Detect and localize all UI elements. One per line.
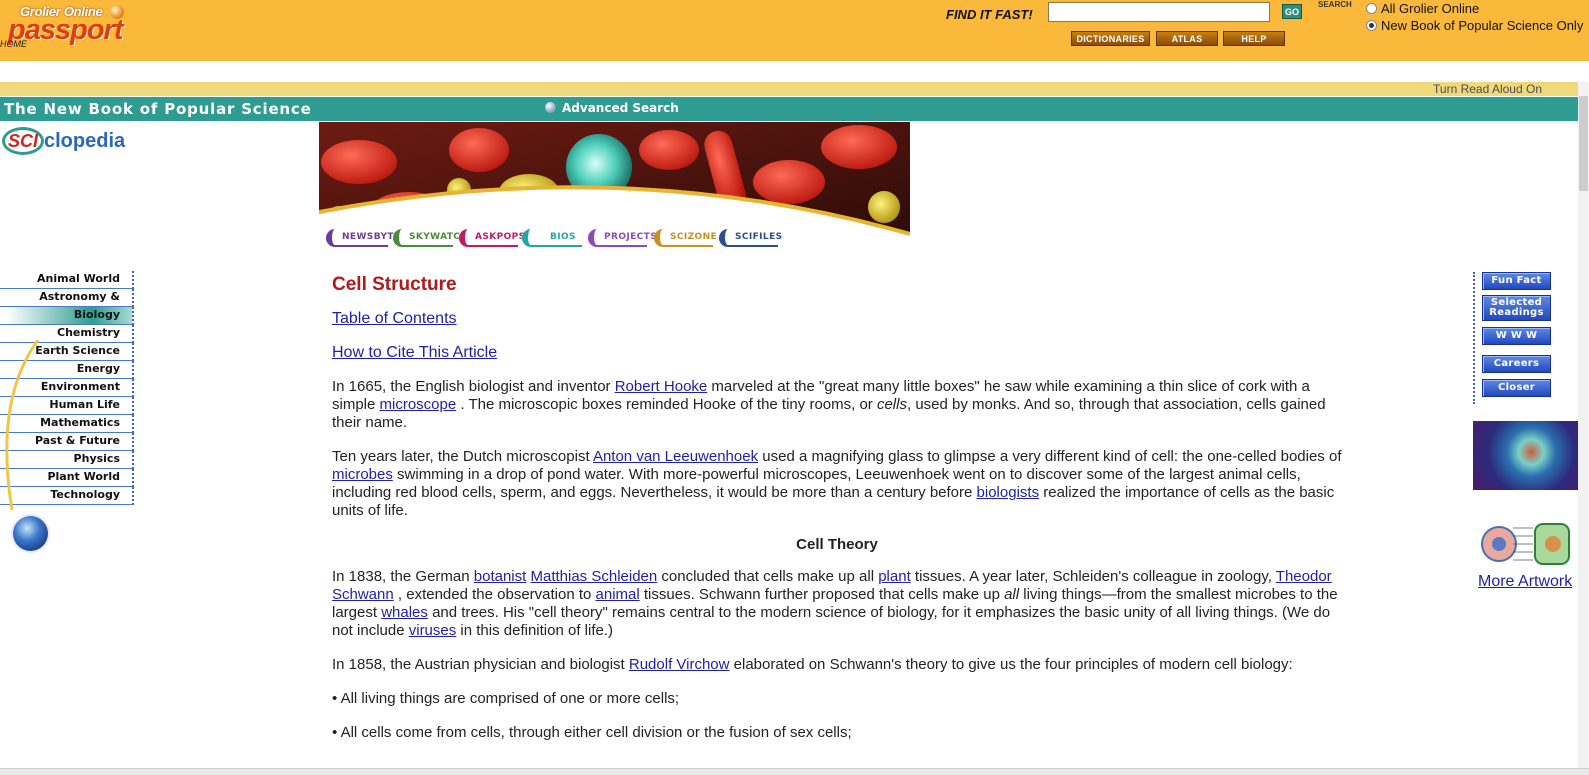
section-heading: Cell Theory	[796, 536, 878, 553]
more-artwork-link[interactable]: More Artwork	[1478, 573, 1572, 591]
radio-label: New Book of Popular Science Only	[1381, 18, 1584, 33]
link-microbes[interactable]: microbes	[332, 466, 393, 483]
advanced-search-label: Advanced Search	[562, 101, 679, 115]
tab-askpopsci[interactable]: ASKPOPSCI	[459, 229, 536, 247]
text: used a magnifying glass to glimpse a ver…	[758, 448, 1342, 465]
tab-scifiles[interactable]: SCIFILES	[719, 229, 782, 247]
paragraph-1: In 1665, the English biologist and inven…	[332, 378, 1342, 432]
link-whales[interactable]: whales	[381, 604, 428, 621]
tab-skywatch[interactable]: SKYWATCH	[393, 229, 468, 247]
text: tissues. A year later, Schleiden's colle…	[910, 568, 1276, 585]
nav-biology[interactable]: Biology	[0, 307, 134, 325]
text: In 1858, the Austrian physician and biol…	[332, 656, 629, 673]
tab-bios[interactable]: BIOS	[522, 229, 582, 247]
sci-mark: SCI	[2, 127, 44, 155]
radio-all-grolier[interactable]: All Grolier Online	[1366, 1, 1479, 16]
paragraph-2: Ten years later, the Dutch microscopist …	[332, 448, 1342, 520]
search-input[interactable]	[1048, 2, 1270, 22]
table-of-contents-link[interactable]: Table of Contents	[332, 310, 1342, 328]
italic-all: all	[1004, 586, 1020, 603]
book-title: The New Book of Popular Science	[4, 100, 312, 118]
find-it-fast-label: FIND IT FAST!	[946, 7, 1033, 22]
radio-button-selected[interactable]	[1366, 20, 1377, 31]
read-aloud-toggle[interactable]: Turn Read Aloud On	[1433, 82, 1542, 96]
top-header: Grolier Online passport HOME FIND IT FAS…	[0, 0, 1589, 61]
text: tissues. Schwann further proposed that c…	[639, 586, 1005, 603]
link-anton-van-leeuwenhoek[interactable]: Anton van Leeuwenhoek	[593, 448, 758, 465]
cell-diagram-thumbnail[interactable]	[1475, 508, 1579, 574]
bottom-status-bar	[0, 768, 1589, 775]
careers-button[interactable]: Careers	[1482, 355, 1551, 373]
bullet-item: • All living things are comprised of one…	[332, 690, 680, 707]
www-button[interactable]: W W W	[1482, 327, 1551, 345]
advanced-search-link[interactable]: Advanced Search	[545, 101, 679, 115]
link-robert-hooke[interactable]: Robert Hooke	[615, 378, 708, 395]
tab-scizone[interactable]: SCIZONE	[654, 229, 717, 247]
link-botanist[interactable]: botanist	[474, 568, 527, 585]
article-title: Cell Structure	[332, 274, 457, 295]
scrollbar-thumb[interactable]	[1579, 96, 1588, 191]
italic-cells: cells	[876, 396, 907, 413]
dictionaries-button[interactable]: DICTIONARIES	[1071, 31, 1150, 46]
text: In 1665, the English biologist and inven…	[332, 378, 615, 395]
sciclopedia-wordmark: clopedia	[44, 130, 126, 152]
selected-readings-button[interactable]: Selected Readings	[1482, 295, 1551, 321]
tab-projects[interactable]: PROJECTS	[588, 229, 657, 247]
sciclopedia-logo[interactable]: SCI clopedia	[2, 124, 132, 158]
help-button[interactable]: HELP	[1223, 31, 1285, 46]
nav-arc-decoration	[5, 340, 40, 511]
link-animal[interactable]: animal	[596, 586, 640, 603]
link-plant[interactable]: plant	[878, 568, 911, 585]
go-button[interactable]: GO	[1282, 4, 1302, 19]
nav-animal-world[interactable]: Animal World	[0, 271, 134, 289]
right-tools-rail: Fun Fact Selected Readings W W W Careers…	[1473, 272, 1558, 409]
globe-icon[interactable]	[13, 516, 48, 551]
radio-label: All Grolier Online	[1381, 1, 1480, 16]
text: in this definition of life.)	[456, 622, 613, 639]
link-viruses[interactable]: viruses	[409, 622, 457, 639]
home-logo[interactable]: Grolier Online passport HOME	[0, 2, 130, 52]
paragraph-4: In 1858, the Austrian physician and biol…	[332, 656, 1342, 674]
tab-newsbytes[interactable]: NEWSBYTES	[326, 229, 407, 247]
radio-button[interactable]	[1366, 3, 1377, 14]
read-aloud-bar: Turn Read Aloud On	[0, 82, 1578, 96]
closer-look-button[interactable]: Closer Look	[1482, 379, 1551, 409]
bullet-item: • All cells come from cells, through eit…	[332, 724, 852, 741]
home-link[interactable]: HOME	[0, 39, 27, 49]
link-microscope[interactable]: microscope	[380, 396, 457, 413]
title-bar: The New Book of Popular Science Advanced…	[0, 97, 1578, 121]
text: concluded that cells make up all	[657, 568, 879, 585]
cite-article-link[interactable]: How to Cite This Article	[332, 344, 1342, 362]
link-rudolf-virchow[interactable]: Rudolf Virchow	[629, 656, 730, 673]
atlas-button[interactable]: ATLAS	[1156, 31, 1218, 46]
link-biologists[interactable]: biologists	[977, 484, 1040, 501]
radio-popular-science-only[interactable]: New Book of Popular Science Only	[1366, 18, 1583, 33]
fun-fact-button[interactable]: Fun Fact	[1482, 272, 1551, 290]
vertical-scrollbar[interactable]	[1578, 82, 1589, 768]
bullet-ball-icon	[545, 102, 556, 113]
text: elaborated on Schwann's theory to give u…	[729, 656, 1293, 673]
paragraph-3: In 1838, the German botanist Matthias Sc…	[332, 568, 1342, 640]
text: Ten years later, the Dutch microscopist	[332, 448, 593, 465]
search-scope-label: SEARCH	[1318, 0, 1352, 9]
text: . The microscopic boxes reminded Hooke o…	[456, 396, 877, 413]
text: , extended the observation to	[393, 586, 596, 603]
text: In 1838, the German	[332, 568, 474, 585]
cell-photo-thumbnail[interactable]	[1473, 421, 1579, 490]
article-body: Cell Structure Table of Contents How to …	[332, 272, 1342, 742]
link-matthias-schleiden[interactable]: Matthias Schleiden	[530, 568, 657, 585]
nav-astronomy-space[interactable]: Astronomy & Space	[0, 289, 134, 319]
